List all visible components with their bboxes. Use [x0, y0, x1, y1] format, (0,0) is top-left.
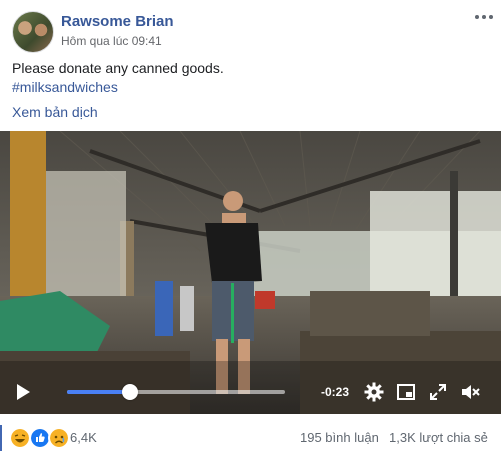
- post-timestamp[interactable]: Hôm qua lúc 09:41: [61, 34, 162, 48]
- hashtag-link[interactable]: #milksandwiches: [12, 79, 118, 95]
- fullscreen-icon[interactable]: [428, 382, 448, 402]
- see-translation-link[interactable]: Xem bản dịch: [12, 104, 98, 120]
- progress-scrubber[interactable]: [122, 384, 138, 400]
- shares-count-link[interactable]: 1,3K lượt chia sẻ: [389, 430, 488, 445]
- reaction-count[interactable]: 6,4K: [70, 430, 97, 445]
- ellipsis-icon: [475, 15, 493, 19]
- volume-mute-icon[interactable]: [460, 382, 480, 402]
- miniplayer-icon[interactable]: [396, 382, 416, 402]
- sad-reaction-icon: [48, 427, 70, 449]
- gear-icon[interactable]: [364, 382, 384, 402]
- more-options-button[interactable]: [471, 8, 497, 28]
- comments-count-link[interactable]: 195 bình luận: [300, 430, 379, 445]
- time-remaining: -0:23: [321, 385, 350, 399]
- post-text: Please donate any canned goods.: [12, 60, 224, 76]
- author-name[interactable]: Rawsome Brian: [61, 13, 174, 30]
- progress-fill: [67, 390, 130, 394]
- haha-reaction-icon: [9, 427, 31, 449]
- play-icon[interactable]: [14, 383, 32, 401]
- author-avatar[interactable]: [12, 11, 54, 53]
- focus-indicator: [0, 425, 2, 451]
